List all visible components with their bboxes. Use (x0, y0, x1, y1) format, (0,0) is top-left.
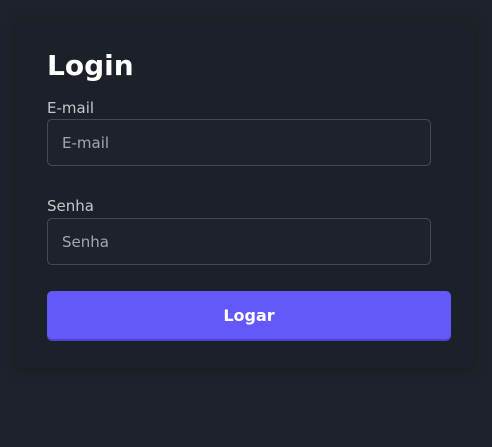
email-label: E-mail (47, 99, 95, 117)
password-field[interactable] (47, 218, 431, 265)
login-button[interactable]: Logar (47, 291, 451, 339)
password-label: Senha (47, 197, 94, 215)
page-title: Login (47, 49, 134, 82)
email-field[interactable] (47, 119, 431, 166)
